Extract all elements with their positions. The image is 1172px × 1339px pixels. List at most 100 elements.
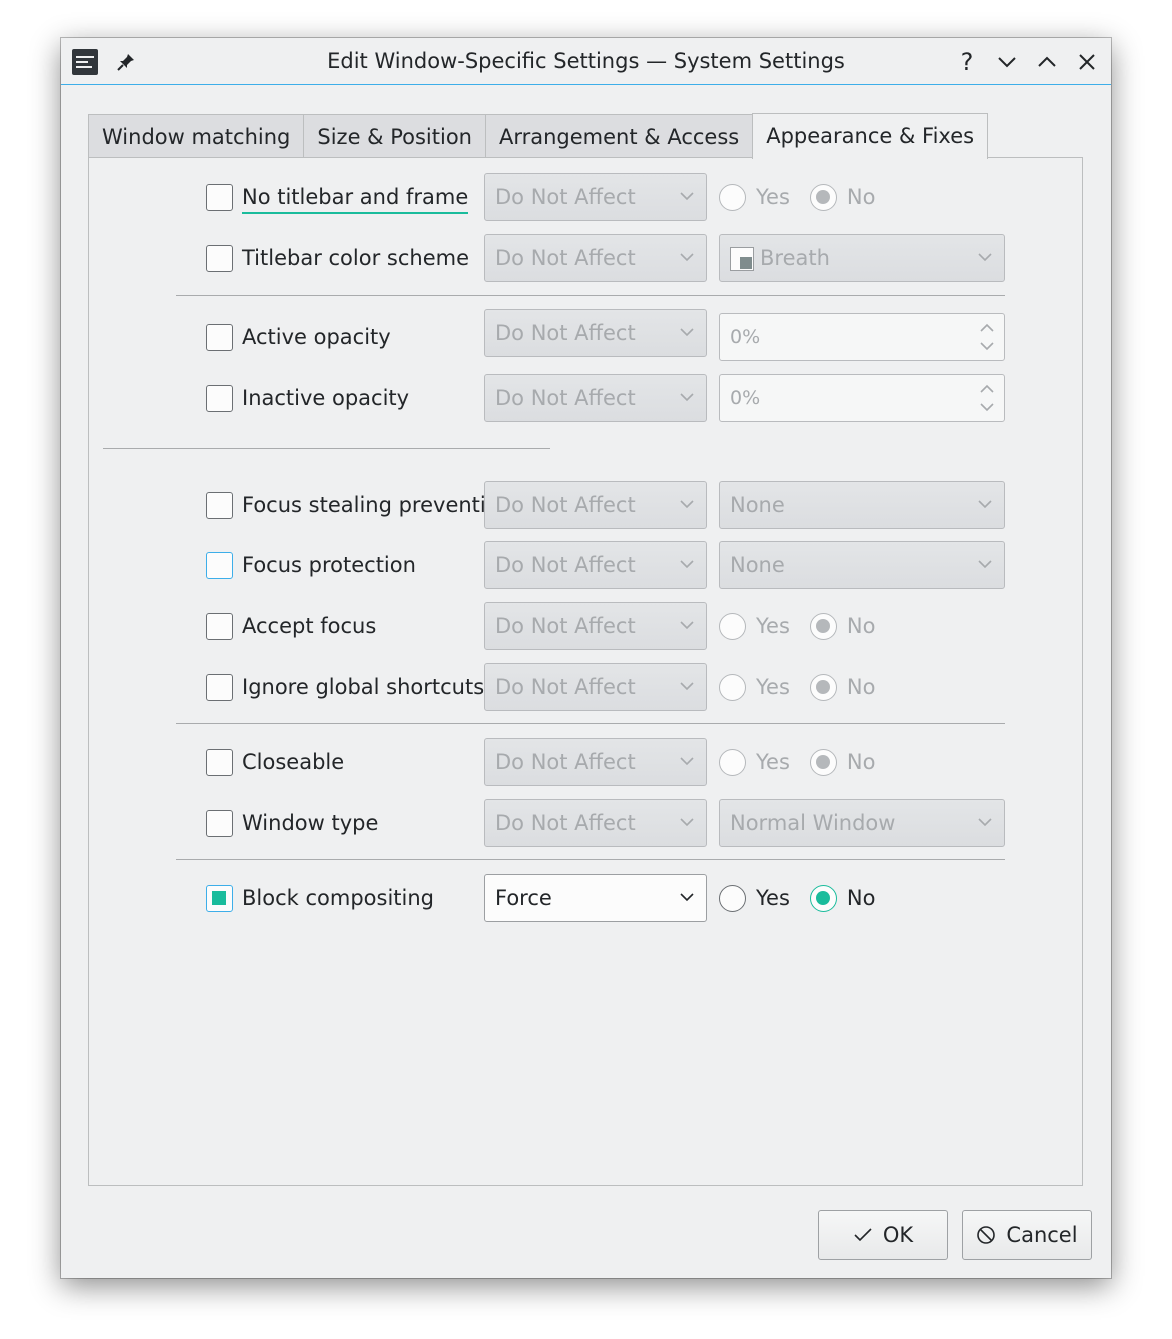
ignore-shortcuts-radio-group: Yes No: [719, 663, 875, 711]
ignore-shortcuts-checkbox[interactable]: [206, 674, 233, 701]
window-type-value-select[interactable]: Normal Window: [719, 799, 1005, 847]
active-opacity-policy-select[interactable]: Do Not Affect: [484, 309, 707, 357]
chevron-up-icon: [1038, 56, 1056, 67]
accept-focus-checkbox[interactable]: [206, 613, 233, 640]
chevron-down-icon: [978, 560, 992, 569]
active-opacity-checkbox[interactable]: [206, 324, 233, 351]
accept-focus-yes-radio[interactable]: Yes: [719, 612, 790, 640]
focus-protection-value: None: [730, 553, 785, 577]
close-icon: [1079, 53, 1095, 70]
ok-button-label: OK: [882, 1223, 914, 1247]
titlebar-color-policy-value: Do Not Affect: [495, 246, 636, 270]
focus-stealing-value-select[interactable]: None: [719, 481, 1005, 529]
separator: [176, 859, 1005, 860]
window-type-policy-select[interactable]: Do Not Affect: [484, 799, 707, 847]
titlebar-color-policy-select[interactable]: Do Not Affect: [484, 234, 707, 282]
accept-focus-label: Accept focus: [242, 614, 377, 638]
titlebar-color-label: Titlebar color scheme: [242, 246, 469, 270]
closeable-checkbox[interactable]: [206, 749, 233, 776]
minimize-button[interactable]: [990, 38, 1024, 85]
focus-protection-policy-select[interactable]: Do Not Affect: [484, 541, 707, 589]
chevron-down-icon: [680, 757, 694, 766]
inactive-opacity-label: Inactive opacity: [242, 386, 410, 410]
close-button[interactable]: [1070, 38, 1104, 85]
rule-row-accept-focus: Accept focus Do Not Affect Yes No: [89, 602, 1082, 650]
active-opacity-value: 0%: [730, 326, 761, 348]
block-compositing-checkbox[interactable]: [206, 885, 233, 912]
focus-protection-value-select[interactable]: None: [719, 541, 1005, 589]
accept-focus-policy-select[interactable]: Do Not Affect: [484, 602, 707, 650]
chevron-down-icon: [680, 893, 694, 902]
no-titlebar-policy-select[interactable]: Do Not Affect: [484, 173, 707, 221]
maximize-button[interactable]: [1030, 38, 1064, 85]
no-titlebar-label: No titlebar and frame: [242, 173, 469, 221]
spin-arrows-icon[interactable]: [978, 319, 996, 355]
no-titlebar-policy-value: Do Not Affect: [495, 185, 636, 209]
tab-panel: No titlebar and frame Do Not Affect Yes …: [88, 157, 1083, 1186]
rule-row-ignore-shortcuts: Ignore global shortcuts Do Not Affect Ye…: [89, 663, 1082, 711]
chevron-down-icon: [680, 328, 694, 337]
active-opacity-label: Active opacity: [242, 325, 391, 349]
inactive-opacity-checkbox[interactable]: [206, 385, 233, 412]
cancel-button[interactable]: Cancel: [962, 1210, 1092, 1260]
closeable-yes-radio[interactable]: Yes: [719, 748, 790, 776]
block-compositing-yes-radio[interactable]: Yes: [719, 884, 790, 912]
no-titlebar-label-text: No titlebar and frame: [242, 185, 469, 214]
chevron-down-icon: [680, 682, 694, 691]
accept-focus-radio-group: Yes No: [719, 602, 875, 650]
titlebar-color-value-select[interactable]: Breath: [719, 234, 1005, 282]
rule-row-closeable: Closeable Do Not Affect Yes No: [89, 738, 1082, 786]
rule-row-active-opacity: Active opacity Do Not Affect 0%: [89, 309, 1082, 361]
titlebar[interactable]: Edit Window-Specific Settings — System S…: [61, 38, 1111, 85]
window-type-policy-value: Do Not Affect: [495, 811, 636, 835]
focus-protection-checkbox[interactable]: [206, 552, 233, 579]
no-titlebar-no-radio[interactable]: No: [809, 183, 875, 211]
rule-row-no-titlebar: No titlebar and frame Do Not Affect Yes …: [89, 173, 1082, 221]
tab-window-matching[interactable]: Window matching: [88, 114, 304, 158]
color-scheme-swatch-icon: [730, 247, 754, 271]
focus-stealing-checkbox[interactable]: [206, 492, 233, 519]
accept-focus-no-radio[interactable]: No: [809, 612, 875, 640]
checkmark-icon: [854, 1228, 872, 1242]
chevron-down-icon: [978, 818, 992, 827]
separator: [176, 723, 1005, 724]
tab-size-position[interactable]: Size & Position: [303, 114, 485, 158]
chevron-down-icon: [680, 621, 694, 630]
no-titlebar-checkbox[interactable]: [206, 184, 233, 211]
chevron-down-icon: [998, 56, 1016, 67]
rule-row-window-type: Window type Do Not Affect Normal Window: [89, 799, 1082, 847]
inactive-opacity-policy-value: Do Not Affect: [495, 386, 636, 410]
inactive-opacity-policy-select[interactable]: Do Not Affect: [484, 374, 707, 422]
titlebar-color-checkbox[interactable]: [206, 245, 233, 272]
ignore-shortcuts-policy-value: Do Not Affect: [495, 675, 636, 699]
accept-focus-policy-value: Do Not Affect: [495, 614, 636, 638]
block-compositing-no-radio[interactable]: No: [809, 884, 875, 912]
no-titlebar-yes-radio[interactable]: Yes: [719, 183, 790, 211]
window-type-checkbox[interactable]: [206, 810, 233, 837]
focus-protection-label: Focus protection: [242, 553, 416, 577]
separator: [103, 448, 550, 449]
ignore-shortcuts-policy-select[interactable]: Do Not Affect: [484, 663, 707, 711]
tab-appearance-fixes[interactable]: Appearance & Fixes: [752, 113, 989, 159]
chevron-down-icon: [680, 192, 694, 201]
rule-row-focus-protection: Focus protection Do Not Affect None: [89, 541, 1082, 589]
ignore-shortcuts-yes-radio[interactable]: Yes: [719, 673, 790, 701]
chevron-down-icon: [680, 560, 694, 569]
closeable-no-radio[interactable]: No: [809, 748, 875, 776]
help-button[interactable]: ?: [950, 38, 984, 85]
chevron-down-icon: [680, 500, 694, 509]
closeable-radio-group: Yes No: [719, 738, 875, 786]
focus-stealing-policy-select[interactable]: Do Not Affect: [484, 481, 707, 529]
ignore-shortcuts-no-radio[interactable]: No: [809, 673, 875, 701]
closeable-policy-select[interactable]: Do Not Affect: [484, 738, 707, 786]
inactive-opacity-spinbox[interactable]: 0%: [719, 374, 1005, 422]
focus-stealing-label: Focus stealing prevention: [242, 493, 512, 517]
ok-button[interactable]: OK: [818, 1210, 948, 1260]
tab-arrangement-access[interactable]: Arrangement & Access: [484, 114, 753, 158]
spin-arrows-icon[interactable]: [978, 380, 996, 416]
rule-row-focus-stealing: Focus stealing prevention Do Not Affect …: [89, 481, 1082, 529]
chevron-down-icon: [978, 253, 992, 262]
active-opacity-spinbox[interactable]: 0%: [719, 313, 1005, 361]
dialog-window: Edit Window-Specific Settings — System S…: [61, 38, 1111, 1278]
block-compositing-policy-select[interactable]: Force: [484, 874, 707, 922]
